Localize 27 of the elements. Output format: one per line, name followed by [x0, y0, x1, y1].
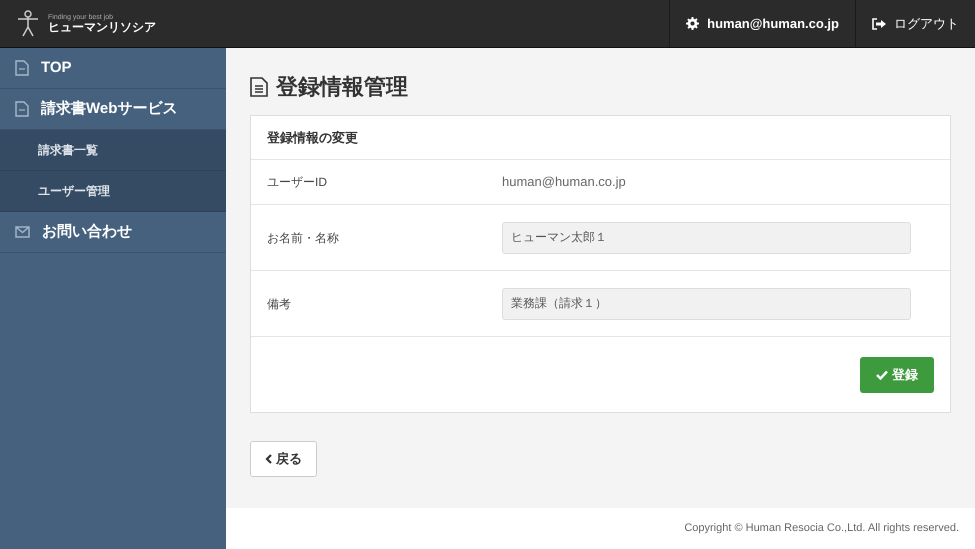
sidebar-item[interactable]: TOP [0, 48, 226, 89]
logout-icon [872, 18, 886, 30]
back-button[interactable]: 戻る [250, 441, 317, 477]
sidebar-item[interactable]: お問い合わせ [0, 212, 226, 253]
field-label: 備考 [267, 296, 292, 312]
input-field[interactable]: ヒューマン太郎１ [502, 222, 911, 254]
gear-icon [686, 17, 700, 30]
field-label: ユーザーID [267, 174, 328, 191]
field-label: お名前・名称 [267, 230, 340, 246]
sidebar-subitem[interactable]: ユーザー管理 [0, 171, 226, 212]
input-field[interactable]: 業務課（請求１） [502, 288, 911, 320]
register-button[interactable]: 登録 [860, 356, 934, 392]
envelope-icon [15, 226, 30, 238]
user-account-link[interactable]: human@human.co.jp [669, 0, 855, 47]
logo-icon [16, 8, 40, 38]
field-value: human@human.co.jp [502, 173, 626, 192]
page-title: 登録情報管理 [276, 73, 408, 101]
check-icon [876, 370, 888, 380]
sidebar-subitem[interactable]: 請求書一覧 [0, 130, 226, 171]
document-icon [15, 101, 29, 117]
logo-name: ヒューマンリソシア [48, 21, 156, 33]
copyright-text: Copyright © Human Resocia Co.,Ltd. All rights reserved. [684, 521, 959, 536]
chevron-left-icon [265, 454, 272, 464]
logout-link[interactable]: ログアウト [855, 0, 975, 47]
document-icon [15, 60, 29, 76]
panel-title: 登録情報の変更 [251, 116, 950, 160]
document-icon [250, 76, 268, 96]
